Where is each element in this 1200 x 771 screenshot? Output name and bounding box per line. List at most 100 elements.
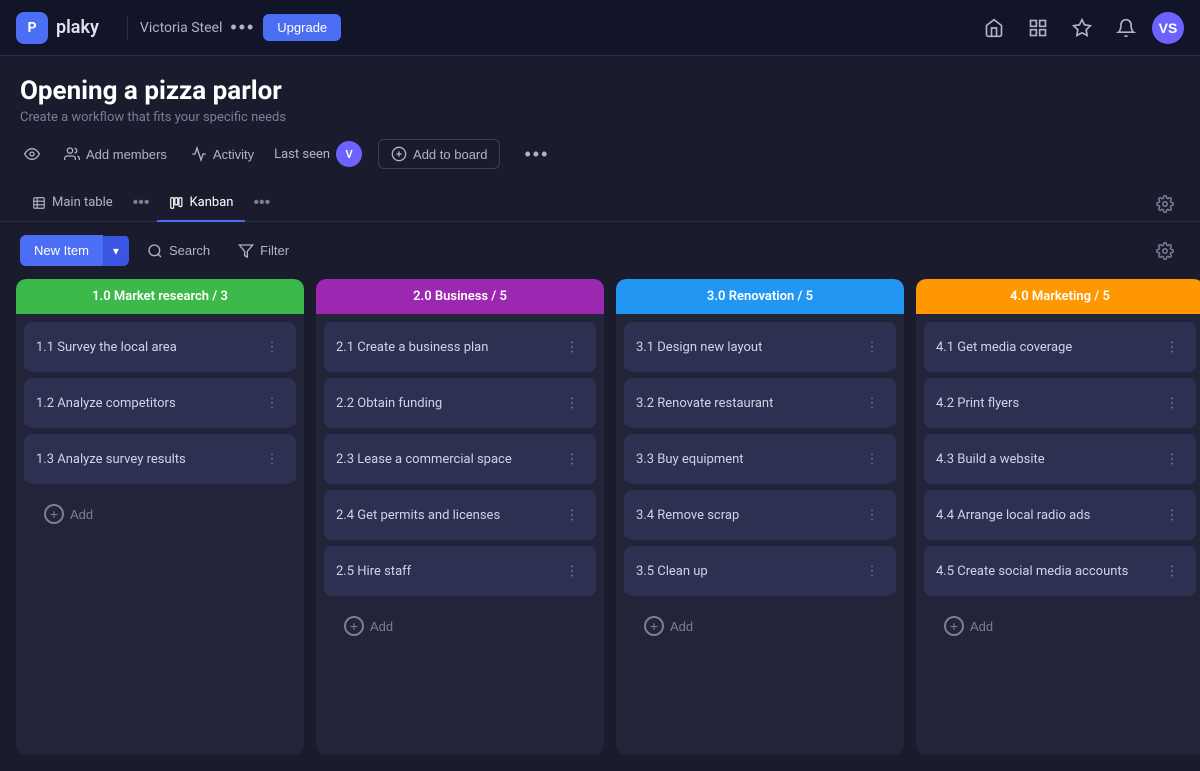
- add-button-marketing[interactable]: + Add: [936, 610, 1001, 642]
- add-label-business: Add: [370, 619, 393, 634]
- card-menu-button-card-4-5[interactable]: [1160, 560, 1184, 582]
- new-item-button[interactable]: New Item: [20, 235, 103, 266]
- kanban-card-card-4-1[interactable]: 4.1 Get media coverage: [924, 322, 1196, 372]
- new-item-dropdown-button[interactable]: ▾: [103, 236, 129, 266]
- dots-icon: [564, 451, 580, 467]
- add-to-board-button[interactable]: Add to board: [378, 139, 500, 169]
- kanban-column-renovation: 3.0 Renovation / 53.1 Design new layout3…: [616, 279, 904, 755]
- kanban-more-button[interactable]: •••: [249, 190, 274, 216]
- eye-icon: [24, 146, 40, 162]
- search-button[interactable]: Search: [137, 237, 220, 265]
- notifications-button[interactable]: [1108, 10, 1144, 46]
- card-menu-button-card-2-1[interactable]: [560, 336, 584, 358]
- card-menu-button-card-3-3[interactable]: [860, 448, 884, 470]
- logo-text: plaky: [56, 17, 99, 38]
- kanban-card-card-2-2[interactable]: 2.2 Obtain funding: [324, 378, 596, 428]
- card-text-card-3-3: 3.3 Buy equipment: [636, 452, 744, 467]
- add-button-renovation[interactable]: + Add: [636, 610, 701, 642]
- kanban-card-card-1-3[interactable]: 1.3 Analyze survey results: [24, 434, 296, 484]
- column-body-market-research: 1.1 Survey the local area 1.2 Analyze com…: [16, 314, 304, 755]
- card-menu-button-card-3-1[interactable]: [860, 336, 884, 358]
- kanban-column-market-research: 1.0 Market research / 31.1 Survey the lo…: [16, 279, 304, 755]
- logo-area: P plaky: [16, 12, 99, 44]
- dots-icon: [1164, 395, 1180, 411]
- dots-icon: [864, 507, 880, 523]
- card-menu-button-card-2-3[interactable]: [560, 448, 584, 470]
- card-menu-button-card-4-1[interactable]: [1160, 336, 1184, 358]
- filter-button[interactable]: Filter: [228, 237, 299, 265]
- add-circle-icon-renovation: +: [644, 616, 664, 636]
- view-settings-button[interactable]: [1150, 187, 1180, 220]
- card-menu-button-card-1-2[interactable]: [260, 392, 284, 414]
- card-menu-button-card-4-4[interactable]: [1160, 504, 1184, 526]
- kanban-card-card-3-3[interactable]: 3.3 Buy equipment: [624, 434, 896, 484]
- card-menu-button-card-1-3[interactable]: [260, 448, 284, 470]
- add-circle-icon-business: +: [344, 616, 364, 636]
- page-title: Opening a pizza parlor: [20, 76, 1180, 106]
- add-button-market-research[interactable]: + Add: [36, 498, 101, 530]
- upgrade-button[interactable]: Upgrade: [263, 14, 341, 41]
- users-icon: [64, 146, 80, 162]
- kanban-card-card-4-5[interactable]: 4.5 Create social media accounts: [924, 546, 1196, 596]
- new-item-group: New Item ▾: [20, 235, 129, 266]
- nav-icons: VS: [976, 10, 1184, 46]
- card-menu-button-card-3-4[interactable]: [860, 504, 884, 526]
- page-subtitle: Create a workflow that fits your specifi…: [20, 110, 1180, 125]
- kanban-card-card-4-3[interactable]: 4.3 Build a website: [924, 434, 1196, 484]
- add-button-business[interactable]: + Add: [336, 610, 401, 642]
- card-menu-button-card-2-2[interactable]: [560, 392, 584, 414]
- dots-icon: [864, 563, 880, 579]
- toolbar-more-button[interactable]: •••: [516, 140, 557, 169]
- dots-icon: [564, 339, 580, 355]
- column-header-business: 2.0 Business / 5: [316, 279, 604, 314]
- add-row-market-research: + Add: [24, 490, 296, 538]
- dots-icon: [264, 339, 280, 355]
- logo-icon: P: [16, 12, 48, 44]
- kanban-card-card-3-2[interactable]: 3.2 Renovate restaurant: [624, 378, 896, 428]
- gear-icon: [1156, 242, 1174, 260]
- home-button[interactable]: [976, 10, 1012, 46]
- dots-icon: [564, 507, 580, 523]
- dots-icon: [564, 563, 580, 579]
- user-avatar-button[interactable]: VS: [1152, 12, 1184, 44]
- card-menu-button-card-2-4[interactable]: [560, 504, 584, 526]
- dots-icon: [864, 339, 880, 355]
- apps-button[interactable]: [1020, 10, 1056, 46]
- kanban-card-card-2-4[interactable]: 2.4 Get permits and licenses: [324, 490, 596, 540]
- column-header-marketing: 4.0 Marketing / 5: [916, 279, 1200, 314]
- watch-button[interactable]: [20, 140, 44, 168]
- add-members-button[interactable]: Add members: [60, 140, 171, 168]
- card-menu-button-card-4-3[interactable]: [1160, 448, 1184, 470]
- card-text-card-2-1: 2.1 Create a business plan: [336, 340, 488, 355]
- kanban-card-card-4-4[interactable]: 4.4 Arrange local radio ads: [924, 490, 1196, 540]
- kanban-card-card-3-1[interactable]: 3.1 Design new layout: [624, 322, 896, 372]
- add-row-renovation: + Add: [624, 602, 896, 650]
- card-text-card-2-2: 2.2 Obtain funding: [336, 396, 442, 411]
- card-menu-button-card-4-2[interactable]: [1160, 392, 1184, 414]
- main-table-more-button[interactable]: •••: [129, 190, 154, 216]
- kanban-card-card-3-5[interactable]: 3.5 Clean up: [624, 546, 896, 596]
- favorites-button[interactable]: [1064, 10, 1100, 46]
- card-menu-button-card-1-1[interactable]: [260, 336, 284, 358]
- activity-button[interactable]: Activity: [187, 140, 258, 168]
- card-menu-button-card-3-2[interactable]: [860, 392, 884, 414]
- tab-kanban[interactable]: Kanban: [157, 185, 245, 222]
- kanban-card-card-2-5[interactable]: 2.5 Hire staff: [324, 546, 596, 596]
- tab-main-table[interactable]: Main table: [20, 185, 125, 222]
- kanban-card-card-1-2[interactable]: 1.2 Analyze competitors: [24, 378, 296, 428]
- card-text-card-2-5: 2.5 Hire staff: [336, 564, 411, 579]
- kanban-card-card-2-3[interactable]: 2.3 Lease a commercial space: [324, 434, 596, 484]
- add-row-marketing: + Add: [924, 602, 1196, 650]
- kanban-card-card-3-4[interactable]: 3.4 Remove scrap: [624, 490, 896, 540]
- page-header: Opening a pizza parlor Create a workflow…: [0, 56, 1200, 169]
- card-text-card-2-4: 2.4 Get permits and licenses: [336, 508, 500, 523]
- nav-more-button[interactable]: •••: [222, 13, 263, 42]
- dots-icon: [864, 395, 880, 411]
- board-settings-button[interactable]: [1150, 234, 1180, 267]
- card-menu-button-card-2-5[interactable]: [560, 560, 584, 582]
- kanban-icon: [169, 196, 183, 210]
- kanban-card-card-4-2[interactable]: 4.2 Print flyers: [924, 378, 1196, 428]
- kanban-card-card-1-1[interactable]: 1.1 Survey the local area: [24, 322, 296, 372]
- card-menu-button-card-3-5[interactable]: [860, 560, 884, 582]
- kanban-card-card-2-1[interactable]: 2.1 Create a business plan: [324, 322, 596, 372]
